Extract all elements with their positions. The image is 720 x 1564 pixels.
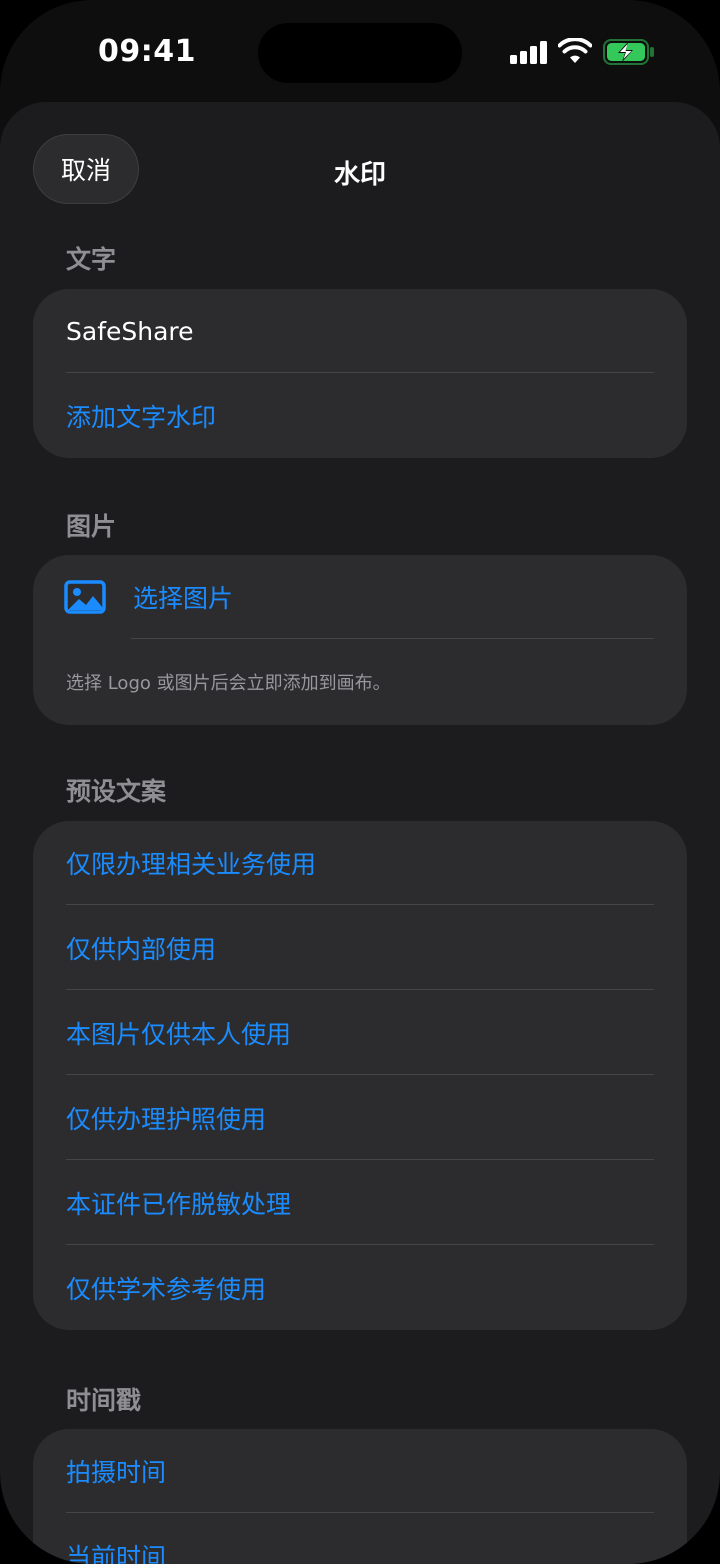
phone-screen: 09:41 取消 水印 文字 SafeShare 添加文字水印 图片 选择图片 … bbox=[0, 0, 720, 1564]
preset-item[interactable]: 仅供学术参考使用 bbox=[33, 1245, 687, 1330]
status-time: 09:41 bbox=[98, 34, 196, 69]
preset-item-label: 本证件已作脱敏处理 bbox=[66, 1189, 292, 1219]
choose-image-label: 选择图片 bbox=[133, 584, 234, 613]
dynamic-island bbox=[258, 23, 462, 83]
preset-item-label: 本图片仅供本人使用 bbox=[66, 1019, 292, 1049]
image-card: 选择图片 选择 Logo 或图片后会立即添加到画布。 bbox=[33, 555, 687, 725]
text-watermark-value: SafeShare bbox=[66, 316, 194, 346]
timestamp-item-label: 当前时间 bbox=[66, 1542, 167, 1564]
wifi-icon bbox=[558, 38, 592, 63]
section-label-presets: 预设文案 bbox=[66, 777, 167, 806]
preset-item-label: 仅供办理护照使用 bbox=[66, 1104, 267, 1134]
preset-item[interactable]: 仅限办理相关业务使用 bbox=[33, 821, 687, 905]
section-label-timestamp: 时间戳 bbox=[66, 1386, 142, 1415]
preset-item-label: 仅限办理相关业务使用 bbox=[66, 850, 317, 879]
add-text-watermark-button[interactable]: 添加文字水印 bbox=[33, 373, 687, 458]
preset-item-label: 仅供学术参考使用 bbox=[66, 1274, 267, 1304]
battery-charging-icon bbox=[603, 39, 654, 65]
image-caption: 选择 Logo 或图片后会立即添加到画布。 bbox=[66, 673, 391, 694]
section-label-text: 文字 bbox=[66, 245, 117, 274]
sheet-title: 水印 bbox=[333, 160, 386, 190]
choose-image-button[interactable]: 选择图片 bbox=[33, 555, 687, 639]
section-label-image: 图片 bbox=[66, 512, 117, 541]
divider bbox=[131, 638, 654, 639]
add-text-watermark-label: 添加文字水印 bbox=[66, 402, 217, 432]
presets-card: 仅限办理相关业务使用 仅供内部使用 本图片仅供本人使用 仅供办理护照使用 本证件… bbox=[33, 821, 687, 1330]
watermark-sheet: 取消 水印 文字 SafeShare 添加文字水印 图片 选择图片 选择 Log… bbox=[0, 102, 720, 1564]
preset-item[interactable]: 本证件已作脱敏处理 bbox=[33, 1160, 687, 1245]
timestamp-item-label: 拍摄时间 bbox=[66, 1458, 167, 1487]
text-watermark-field[interactable]: SafeShare bbox=[33, 289, 687, 373]
timestamp-card: 拍摄时间 当前时间 bbox=[33, 1429, 687, 1564]
preset-item[interactable]: 本图片仅供本人使用 bbox=[33, 990, 687, 1075]
status-bar: 09:41 bbox=[0, 0, 720, 100]
preset-item[interactable]: 仅供办理护照使用 bbox=[33, 1075, 687, 1160]
photo-icon bbox=[64, 580, 106, 614]
timestamp-item[interactable]: 当前时间 bbox=[33, 1513, 687, 1564]
preset-item-label: 仅供内部使用 bbox=[66, 934, 217, 964]
text-card: SafeShare 添加文字水印 bbox=[33, 289, 687, 458]
preset-item[interactable]: 仅供内部使用 bbox=[33, 905, 687, 990]
cellular-signal-icon bbox=[510, 41, 547, 64]
timestamp-item[interactable]: 拍摄时间 bbox=[33, 1429, 687, 1513]
